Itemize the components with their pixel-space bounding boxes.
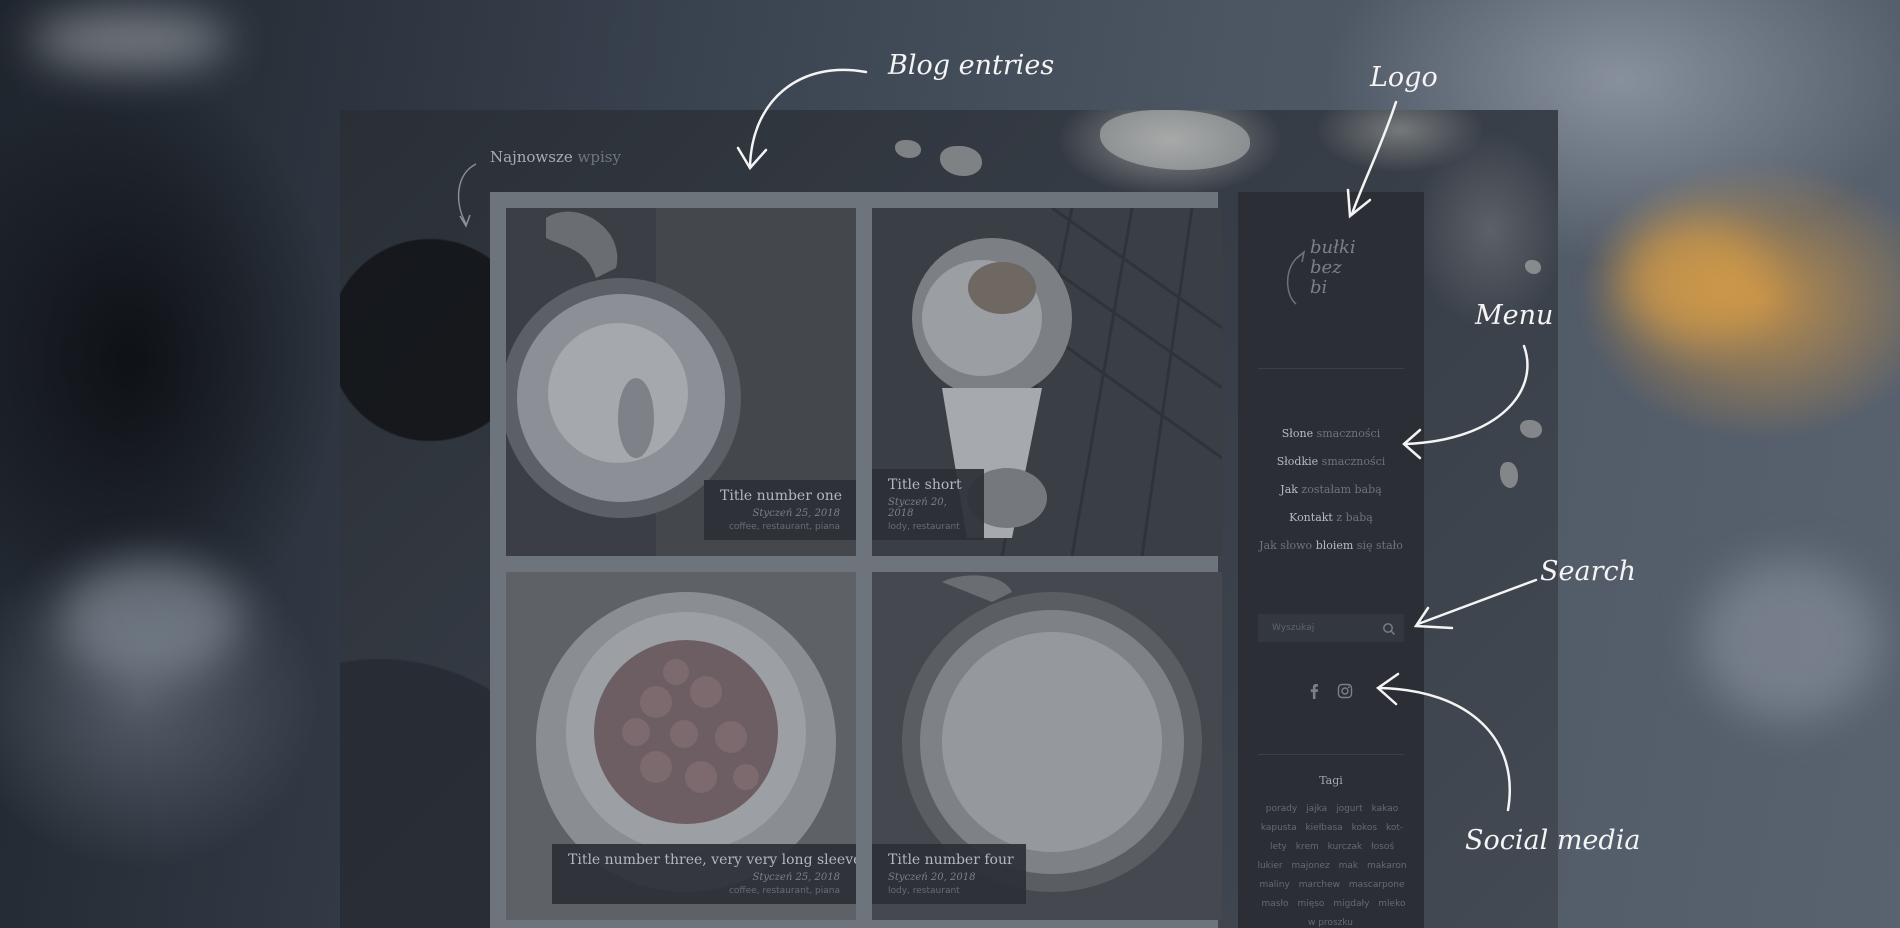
menu-item-strong: Kontakt xyxy=(1289,511,1333,524)
latest-posts-heading: Najnowsze wpisy xyxy=(490,148,621,166)
post-caption: Title short Styczeń 20, 2018 lody, resta… xyxy=(872,469,984,540)
background-blur xyxy=(60,560,240,680)
curved-arrow-icon xyxy=(457,163,477,228)
tag-link[interactable]: makaron xyxy=(1367,861,1407,871)
crumb-decoration xyxy=(895,140,921,158)
tag-link[interactable]: kurczak xyxy=(1328,842,1363,852)
divider xyxy=(1258,368,1404,369)
menu-item-jak-slowo[interactable]: Jak słowo bloiem się stało xyxy=(1238,532,1424,560)
tag-link[interactable]: kokos xyxy=(1352,823,1377,833)
post-title[interactable]: Title number one xyxy=(720,488,842,504)
tag-link[interactable]: krem xyxy=(1296,842,1319,852)
background-blur xyxy=(1620,220,1770,340)
tag-link[interactable]: łosoś xyxy=(1371,842,1394,852)
crumb-decoration xyxy=(1500,462,1518,488)
post-date: Styczeń 25, 2018 xyxy=(752,508,840,519)
tag-link[interactable]: jajka xyxy=(1306,804,1327,814)
tag-link[interactable]: marchew xyxy=(1299,880,1340,890)
post-tags: coffee, restaurant, piana xyxy=(728,886,840,896)
social-media-links xyxy=(1238,682,1424,703)
crumb-decoration xyxy=(1100,110,1250,170)
menu-item-muted: Jak słowo xyxy=(1259,539,1313,552)
menu-item-kontakt[interactable]: Kontakt z babą xyxy=(1238,504,1424,532)
tag-link[interactable]: migdały xyxy=(1333,899,1369,909)
search-input[interactable] xyxy=(1258,614,1376,642)
annotation-menu: Menu xyxy=(1475,300,1554,331)
logo-line: bi xyxy=(1310,277,1328,298)
site-logo[interactable]: bułki bez bi xyxy=(1282,234,1392,324)
annotation-search: Search xyxy=(1540,556,1636,587)
menu-item-jak[interactable]: Jak zostałam babą xyxy=(1238,476,1424,504)
post-date: Styczeń 20, 2018 xyxy=(888,872,976,883)
logo-line: bez xyxy=(1310,257,1342,278)
menu-item-strong: Słodkie xyxy=(1276,455,1319,468)
tag-link[interactable]: kapusta xyxy=(1261,823,1297,833)
menu-item-muted: z babą xyxy=(1336,511,1373,524)
crumb-decoration xyxy=(1525,260,1541,274)
post-title[interactable]: Title number four xyxy=(888,852,1014,868)
blog-entry-card[interactable]: Title number four Styczeń 20, 2018 lody,… xyxy=(872,572,1222,920)
blog-entry-card[interactable]: Title number three, very very long sleev… xyxy=(506,572,856,920)
latest-heading-muted: wpisy xyxy=(577,148,621,166)
background-blur xyxy=(1700,560,1880,720)
menu-item-muted: smaczności xyxy=(1321,455,1386,468)
post-date: Styczeń 25, 2018 xyxy=(752,872,840,883)
tag-link[interactable]: kakao xyxy=(1372,804,1399,814)
tag-link[interactable]: majonez xyxy=(1291,861,1329,871)
post-title[interactable]: Title short xyxy=(888,477,968,493)
menu-item-slodkie[interactable]: Słodkie smaczności xyxy=(1238,448,1424,476)
post-tags: coffee, restaurant, piana xyxy=(728,522,840,532)
annotation-social-media: Social media xyxy=(1465,825,1641,856)
search-box xyxy=(1258,614,1404,642)
post-caption: Title number one Styczeń 25, 2018 coffee… xyxy=(704,480,856,540)
tag-link[interactable]: porady xyxy=(1266,804,1297,814)
annotation-logo: Logo xyxy=(1370,62,1438,93)
menu-item-strong: Słone xyxy=(1281,427,1314,440)
tag-link[interactable]: mięso xyxy=(1297,899,1324,909)
facebook-icon[interactable] xyxy=(1309,683,1319,703)
tag-link[interactable]: mascarpone xyxy=(1349,880,1405,890)
tag-link[interactable]: lety xyxy=(1270,842,1287,852)
post-date: Styczeń 20, 2018 xyxy=(888,497,947,519)
background-blur xyxy=(30,10,230,70)
menu-item-strong: Jak xyxy=(1280,483,1298,496)
tag-link[interactable]: lukier xyxy=(1257,861,1282,871)
tag-link[interactable]: jogurt xyxy=(1336,804,1363,814)
website-preview: Najnowsze wpisy Title number one Styczeń… xyxy=(340,110,1558,928)
menu-item-muted: smaczności xyxy=(1316,427,1381,440)
post-tags: lody, restaurant xyxy=(888,522,960,532)
blog-entries-grid: Title number one Styczeń 25, 2018 coffee… xyxy=(490,192,1222,928)
tag-cloud: porady jajka jogurt kakao kapusta kiełba… xyxy=(1254,800,1410,928)
tags-title: Tagi xyxy=(1319,774,1343,787)
blog-entry-card[interactable]: Title number one Styczeń 25, 2018 coffee… xyxy=(506,208,856,556)
sidebar: bułki bez bi Słone smaczności Słodkie sm… xyxy=(1238,192,1424,928)
post-tags: lody, restaurant xyxy=(888,886,960,896)
instagram-icon[interactable] xyxy=(1337,683,1353,703)
post-title[interactable]: Title number three, very very long sleev… xyxy=(568,852,856,868)
tag-link[interactable]: maliny xyxy=(1259,880,1289,890)
divider xyxy=(1258,754,1404,755)
post-caption: Title number four Styczeń 20, 2018 lody,… xyxy=(872,844,1026,904)
menu-item-slone[interactable]: Słone smaczności xyxy=(1238,420,1424,448)
search-icon[interactable] xyxy=(1382,621,1396,635)
tag-link[interactable]: kot- xyxy=(1386,823,1403,833)
blog-entry-card[interactable]: Title short Styczeń 20, 2018 lody, resta… xyxy=(872,208,1222,556)
annotation-blog-entries: Blog entries xyxy=(888,50,1055,81)
menu-item-muted: się stało xyxy=(1356,539,1403,552)
crumb-decoration xyxy=(1520,420,1542,438)
tag-link[interactable]: kiełbasa xyxy=(1305,823,1342,833)
tag-link[interactable]: mak xyxy=(1339,861,1359,871)
crumb-decoration xyxy=(940,146,982,176)
tag-link[interactable]: masło xyxy=(1262,899,1289,909)
menu-item-strong: bloiem xyxy=(1315,539,1354,552)
menu-item-muted: zostałam babą xyxy=(1301,483,1382,496)
latest-heading-strong: Najnowsze xyxy=(490,148,573,166)
post-caption: Title number three, very very long sleev… xyxy=(552,844,856,904)
logo-line: bułki xyxy=(1310,237,1356,258)
main-menu: Słone smaczności Słodkie smaczności Jak … xyxy=(1238,420,1424,560)
